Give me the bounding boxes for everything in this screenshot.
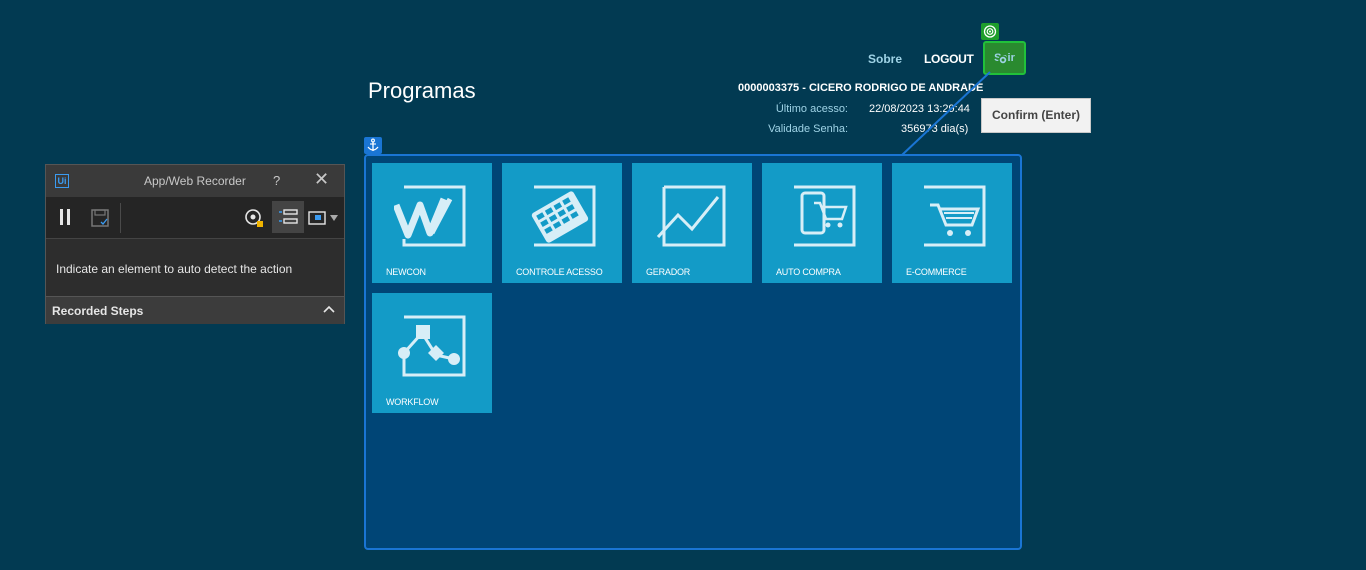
tile-label: AUTO COMPRA — [776, 267, 841, 277]
list-view-button[interactable] — [272, 201, 304, 233]
tile-label: WORKFLOW — [386, 397, 439, 407]
toolbar-divider — [120, 203, 121, 233]
chevron-up-icon[interactable] — [323, 304, 335, 314]
recorder-window: Ui App/Web Recorder ? ✕ Indicate an elem… — [45, 164, 345, 324]
recorder-title: App/Web Recorder — [144, 174, 246, 188]
tile-label: NEWCON — [386, 267, 426, 277]
save-icon[interactable] — [90, 208, 110, 228]
last-access-value: 22/08/2023 13:29:44 — [869, 103, 970, 115]
program-tile-auto-compra[interactable]: AUTO COMPRA — [762, 163, 882, 283]
recorded-steps-header[interactable]: Recorded Steps — [46, 296, 344, 324]
target-crosshair-icon — [998, 52, 1008, 65]
logout-link[interactable]: LOGOUT — [924, 52, 974, 66]
program-tile-controle-acesso[interactable]: CONTROLE ACESSO — [502, 163, 622, 283]
target-record-icon[interactable] — [243, 207, 265, 229]
recorder-message: Indicate an element to auto detect the a… — [56, 262, 293, 276]
help-button[interactable]: ? — [273, 173, 280, 188]
close-icon[interactable]: ✕ — [314, 169, 329, 190]
screen-options-icon[interactable] — [308, 209, 342, 227]
about-link[interactable]: Sobre — [868, 52, 902, 66]
recorder-titlebar[interactable]: Ui App/Web Recorder ? ✕ — [46, 165, 344, 197]
recorder-toolbar — [46, 197, 344, 239]
anchor-icon — [364, 137, 382, 154]
program-tile-e-commerce[interactable]: E-COMMERCE — [892, 163, 1012, 283]
password-validity-value: 356973 dia(s) — [901, 123, 969, 135]
mobile-cart-icon — [794, 185, 856, 247]
tile-label: E-COMMERCE — [906, 267, 967, 277]
shopping-cart-icon — [924, 185, 986, 247]
password-validity-label: Validade Senha: — [768, 123, 848, 135]
newcon-icon — [394, 185, 466, 247]
program-tile-newcon[interactable]: NEWCON — [372, 163, 492, 283]
confirm-tooltip[interactable]: Confirm (Enter) — [981, 98, 1091, 133]
user-name: 0000003375 - CICERO RODRIGO DE ANDRADE — [738, 82, 984, 94]
last-access-label: Último acesso: — [775, 103, 848, 115]
keypad-icon — [531, 185, 596, 247]
program-tile-workflow[interactable]: WORKFLOW — [372, 293, 492, 413]
program-tile-gerador[interactable]: GERADOR — [632, 163, 752, 283]
list-icon — [279, 209, 298, 224]
uipath-logo-icon: Ui — [55, 174, 69, 188]
recorded-steps-label: Recorded Steps — [52, 304, 144, 318]
pause-icon[interactable] — [58, 207, 72, 227]
workflow-icon — [398, 315, 466, 377]
tile-label: CONTROLE ACESSO — [516, 267, 603, 277]
programs-panel: NEWCON CONTROLE ACESSO GERADOR AUTO COMP… — [364, 154, 1022, 550]
tile-label: GERADOR — [646, 267, 691, 277]
chart-line-icon — [656, 185, 726, 247]
target-badge-icon — [981, 23, 999, 40]
page-title: Programas — [368, 78, 476, 103]
